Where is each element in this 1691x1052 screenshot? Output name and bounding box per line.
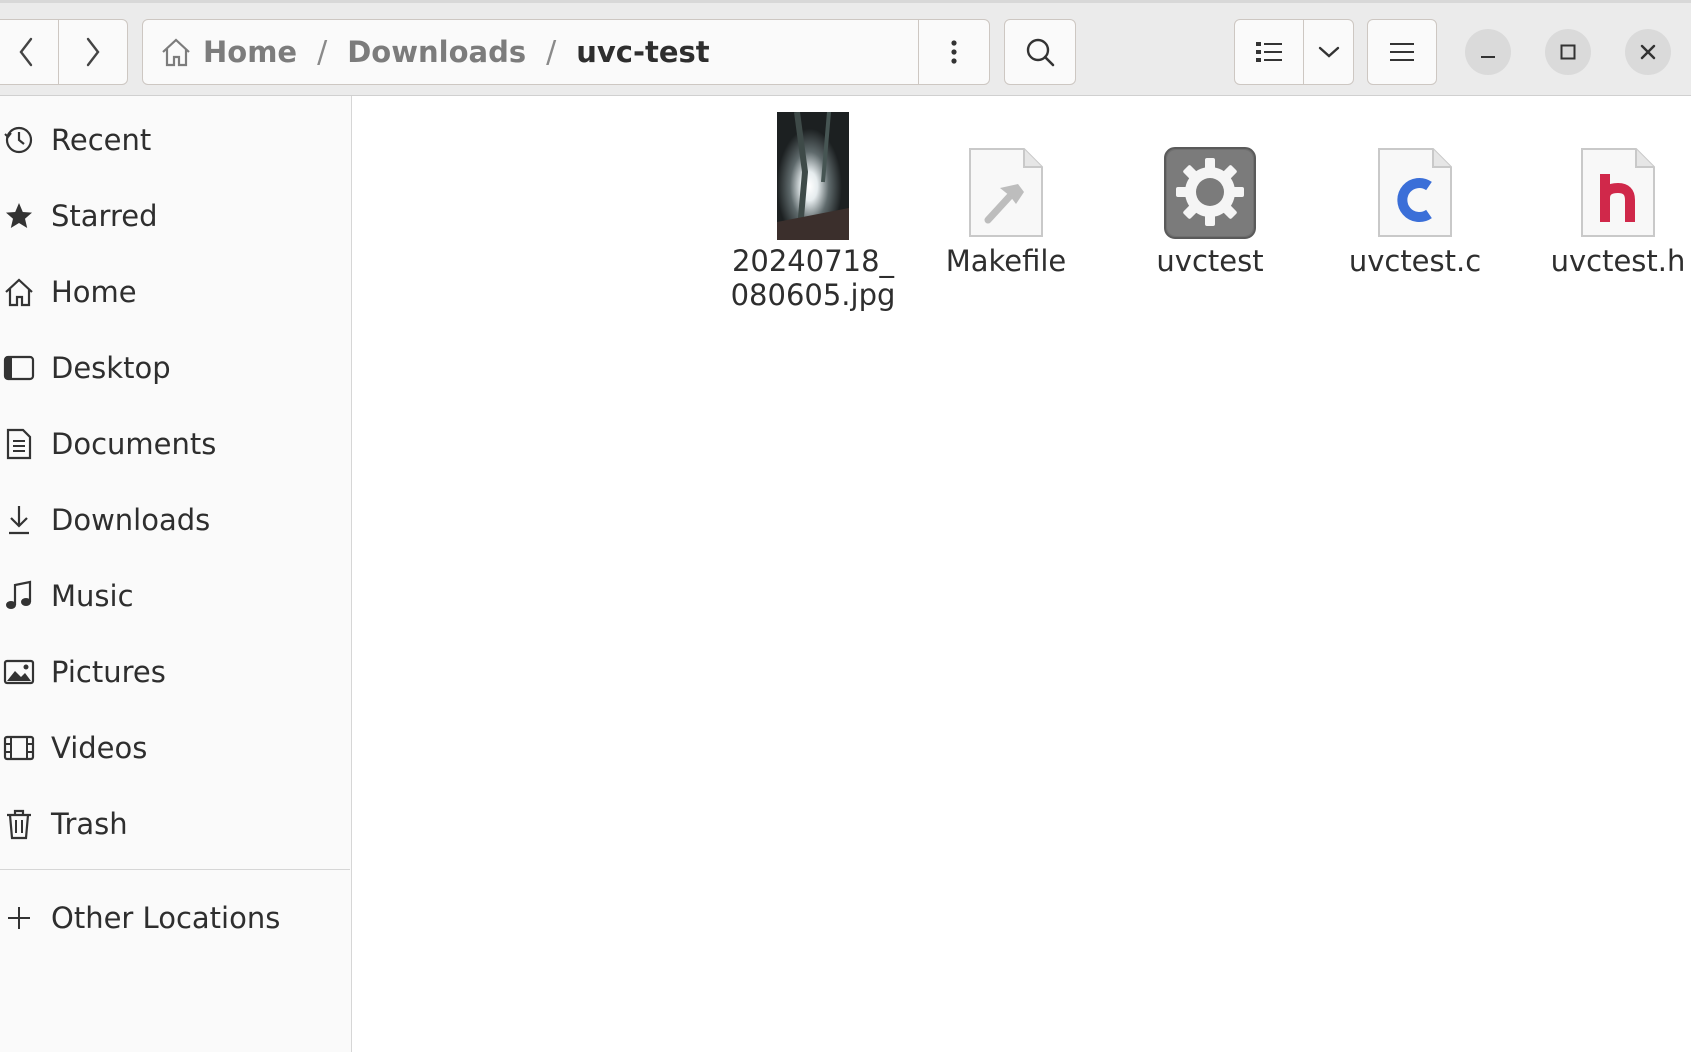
minimize-icon [1481,56,1495,58]
hamburger-menu-icon [1390,43,1414,61]
search-button[interactable] [1004,19,1076,85]
search-icon [1026,38,1055,67]
breadcrumb-home-label: Home [203,35,298,69]
back-button[interactable] [0,19,59,85]
c-source-file-icon [1378,148,1452,237]
forward-button[interactable] [58,19,128,85]
file-name: uvctest.c [1348,244,1482,278]
breadcrumb-current[interactable]: uvc-test [576,35,709,69]
chevron-left-icon [18,37,32,67]
file-grid: 20240718_ 080605.jpg Makefile uvctest uv… [352,96,1691,1052]
breadcrumb-downloads[interactable]: Downloads [347,35,526,69]
breadcrumb-separator: / [317,34,328,70]
file-name-line: 20240718_ [731,244,895,278]
file-item[interactable]: 20240718_ 080605.jpg [725,108,901,312]
sidebar-item-label: Documents [51,427,217,461]
navigation-buttons [0,19,128,85]
list-view-button[interactable] [1234,19,1304,85]
vertical-dots-icon [951,40,957,64]
home-icon [162,38,190,67]
sidebar-item-label: Recent [51,123,152,157]
clock-icon [2,123,36,157]
videos-icon [2,731,36,765]
header-bar: Home / Downloads / uvc-test [0,0,1691,96]
sidebar-item-recent[interactable]: Recent [0,110,350,170]
close-button[interactable] [1625,29,1671,75]
sidebar: Recent Starred Home Desktop Documents Do… [0,96,352,1052]
file-item[interactable]: uvctest.h [1530,108,1691,278]
path-bar: Home / Downloads / uvc-test [142,19,990,85]
executable-gear-icon [1164,147,1256,239]
sidebar-item-videos[interactable]: Videos [0,718,350,778]
sidebar-item-music[interactable]: Music [0,566,350,626]
document-icon [2,427,36,461]
maximize-icon [1560,44,1576,60]
sidebar-divider [0,869,350,870]
plus-icon [2,901,36,935]
breadcrumb-separator: / [546,34,557,70]
sidebar-item-label: Downloads [51,503,211,537]
music-icon [2,579,36,613]
sidebar-item-trash[interactable]: Trash [0,794,350,854]
makefile-icon [969,148,1043,237]
sidebar-item-starred[interactable]: Starred [0,186,350,246]
breadcrumb-downloads-label: Downloads [347,35,527,69]
sidebar-item-other-locations[interactable]: Other Locations [0,888,350,948]
sidebar-item-label: Videos [51,731,148,765]
sidebar-item-desktop[interactable]: Desktop [0,338,350,398]
download-icon [2,503,36,537]
file-name-line: 080605.jpg [730,278,896,312]
trash-icon [2,807,36,841]
sidebar-item-label: Home [51,275,137,309]
chevron-down-icon [1318,46,1339,58]
file-name: uvctest.h [1550,244,1686,278]
sidebar-item-label: Music [51,579,134,613]
sidebar-item-documents[interactable]: Documents [0,414,350,474]
main-menu-button[interactable] [1367,19,1437,85]
breadcrumb-home[interactable]: Home [159,35,297,69]
chevron-right-icon [86,37,100,67]
sidebar-item-label: Desktop [51,351,171,385]
desktop-icon [2,351,36,385]
path-menu-button[interactable] [918,20,989,84]
file-name: Makefile [945,244,1067,278]
sidebar-item-label: Starred [51,199,158,233]
pictures-icon [2,655,36,689]
c-header-file-icon [1581,148,1655,237]
home-icon [2,275,36,309]
star-icon [2,199,36,233]
sidebar-item-label: Other Locations [51,901,281,935]
sidebar-item-pictures[interactable]: Pictures [0,642,350,702]
sidebar-item-downloads[interactable]: Downloads [0,490,350,550]
view-options-dropdown[interactable] [1303,19,1354,85]
file-name: 20240718_ 080605.jpg [731,244,896,312]
list-view-icon [1256,42,1282,62]
sidebar-item-home[interactable]: Home [0,262,350,322]
close-icon [1640,44,1656,60]
sidebar-item-label: Pictures [51,655,166,689]
maximize-button[interactable] [1545,29,1591,75]
sidebar-item-label: Trash [51,807,128,841]
breadcrumb-current-label: uvc-test [576,35,710,69]
file-item[interactable]: uvctest.c [1327,108,1503,278]
file-name: uvctest [1156,244,1264,278]
file-item[interactable]: uvctest [1122,108,1298,278]
image-thumbnail [777,112,849,240]
minimize-button[interactable] [1465,29,1511,75]
file-item[interactable]: Makefile [918,108,1094,278]
